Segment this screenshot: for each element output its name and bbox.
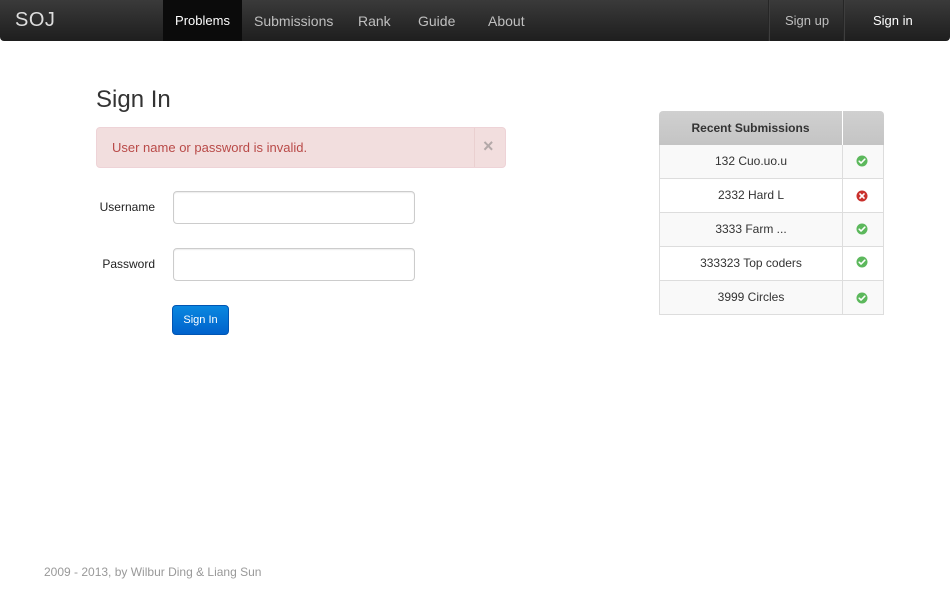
submission-label[interactable]: 3999 Circles xyxy=(660,281,843,314)
nav-signin[interactable]: Sign in xyxy=(873,0,913,41)
alert-message: User name or password is invalid. xyxy=(112,140,308,155)
table-header: Recent Submissions xyxy=(659,111,884,145)
brand-logo[interactable]: SOJ xyxy=(15,9,55,32)
table-row[interactable]: 132 Cuo.uo.u xyxy=(659,145,884,179)
submission-label[interactable]: 333323 Top coders xyxy=(660,247,843,280)
nav-problems[interactable]: Problems xyxy=(163,0,242,41)
close-icon[interactable]: × xyxy=(483,136,494,157)
username-label: Username xyxy=(99,200,155,214)
password-label: Password xyxy=(102,257,155,271)
table-row[interactable]: 3333 Farm ... xyxy=(659,213,884,247)
nav-divider xyxy=(768,0,769,41)
nav-signin-label: Sign in xyxy=(873,13,913,28)
table-body: 132 Cuo.uo.u 2332 Hard L 3333 Farm ... 3… xyxy=(659,145,884,315)
nav-submissions[interactable]: Submissions xyxy=(254,0,333,41)
nav-signup-label: Sign up xyxy=(785,13,830,28)
check-circle-icon xyxy=(856,155,868,167)
alert-divider xyxy=(474,128,475,167)
status-cell xyxy=(843,213,883,246)
table-header-status xyxy=(843,111,884,145)
error-alert: User name or password is invalid. × xyxy=(96,127,506,168)
check-circle-icon xyxy=(856,292,868,304)
submission-label[interactable]: 132 Cuo.uo.u xyxy=(660,145,843,178)
sign-in-button[interactable]: Sign In xyxy=(172,305,229,335)
nav-guide[interactable]: Guide xyxy=(418,0,455,41)
top-navbar: SOJ Problems Submissions Rank Guide Abou… xyxy=(0,0,950,41)
footer-copyright: 2009 - 2013, by Wilbur Ding & Liang Sun xyxy=(44,565,262,579)
table-row[interactable]: 2332 Hard L xyxy=(659,179,884,213)
nav-signup[interactable]: Sign up xyxy=(785,0,829,41)
username-input[interactable] xyxy=(173,191,415,224)
status-cell xyxy=(843,179,883,212)
x-circle-icon xyxy=(856,190,868,202)
table-row[interactable]: 3999 Circles xyxy=(659,281,884,315)
page-title: Sign In xyxy=(96,86,171,113)
nav-guide-label: Guide xyxy=(418,13,456,29)
submission-label[interactable]: 3333 Farm ... xyxy=(660,213,843,246)
recent-submissions-table: Recent Submissions 132 Cuo.uo.u 2332 Har… xyxy=(659,111,884,315)
status-cell xyxy=(843,281,883,314)
password-input[interactable] xyxy=(173,248,415,281)
status-cell xyxy=(843,145,883,178)
table-row[interactable]: 333323 Top coders xyxy=(659,247,884,281)
check-circle-icon xyxy=(856,223,868,235)
nav-submissions-label: Submissions xyxy=(254,13,334,29)
nav-problems-label: Problems xyxy=(175,13,230,28)
check-circle-icon xyxy=(856,256,868,268)
nav-rank-label: Rank xyxy=(358,13,391,29)
submission-label[interactable]: 2332 Hard L xyxy=(660,179,843,212)
nav-about-label: About xyxy=(488,13,525,29)
status-cell xyxy=(843,247,883,280)
table-header-title: Recent Submissions xyxy=(659,111,842,145)
nav-about[interactable]: About xyxy=(488,0,525,41)
nav-rank[interactable]: Rank xyxy=(358,0,391,41)
nav-divider xyxy=(843,0,844,41)
